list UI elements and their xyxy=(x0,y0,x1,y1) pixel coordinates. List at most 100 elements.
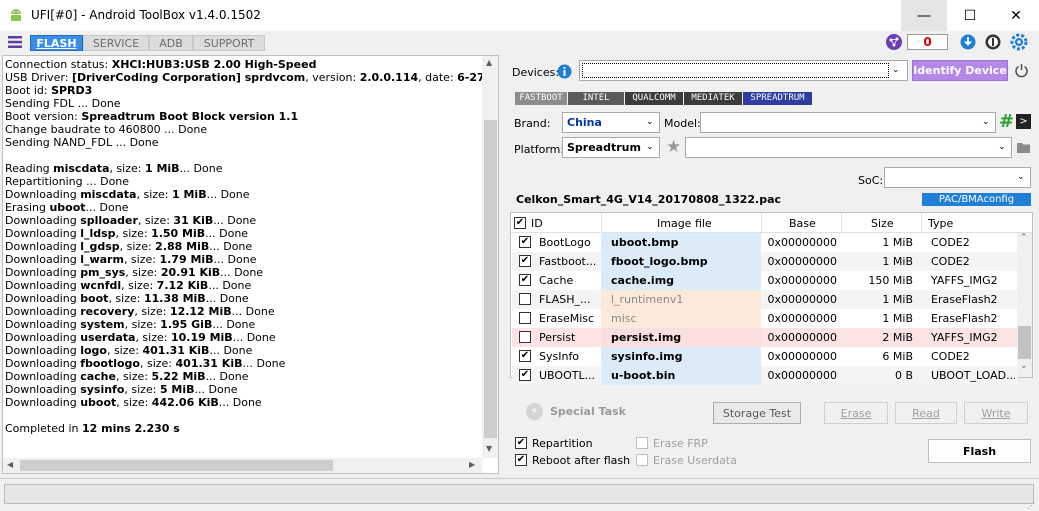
log-scroll-thumb[interactable] xyxy=(484,120,497,438)
chevron-down-icon[interactable]: ⌄ xyxy=(1017,172,1025,182)
chevron-down-icon[interactable]: ⌄ xyxy=(646,117,654,127)
menu-icon[interactable] xyxy=(8,35,22,49)
log-value: uboot xyxy=(49,201,86,214)
gear-icon[interactable] xyxy=(1010,33,1028,51)
log-horizontal-scrollbar[interactable]: ◀ ▶ xyxy=(3,458,482,473)
row-checkbox[interactable]: ✔ xyxy=(519,255,531,267)
tab-fastboot[interactable]: FASTBOOT xyxy=(515,92,567,105)
reboot-after-flash-checkbox[interactable]: ✔ xyxy=(515,454,527,466)
variant-select[interactable]: ⌄ xyxy=(685,137,1012,158)
write-button[interactable]: Write xyxy=(964,402,1028,424)
erase-userdata-checkbox[interactable] xyxy=(636,454,648,466)
log-line: Downloading pm_sys, size: 20.91 KiB... D… xyxy=(5,266,263,279)
scroll-up-icon[interactable]: ▲ xyxy=(486,58,492,67)
erase-button[interactable]: Erase xyxy=(824,402,888,424)
table-row[interactable]: ✔ UBOOTL... u-boot.bin 0x00000000 0 B UBOOT_L… xyxy=(512,366,1018,385)
tab-intel[interactable]: INTEL xyxy=(568,92,624,105)
info-circle-icon[interactable] xyxy=(557,64,572,79)
tab-mediatek[interactable]: MEDIATEK xyxy=(684,92,742,105)
table-row[interactable]: FLASH_... l_runtimenv1 0x00000000 1 MiB Eras… xyxy=(512,290,1018,309)
table-row[interactable]: ✔ Fastboot... fboot_logo.bmp 0x00000000 1 Mi… xyxy=(512,252,1018,271)
header-id[interactable]: ID xyxy=(531,217,543,230)
tab-support[interactable]: SUPPORT xyxy=(193,35,265,51)
power-icon[interactable] xyxy=(1014,63,1029,78)
network-icon[interactable] xyxy=(885,33,903,51)
soc-label: SoC: xyxy=(858,174,884,187)
tab-adb[interactable]: ADB xyxy=(149,35,193,51)
log-value: 5 MiB xyxy=(159,383,195,396)
row-checkbox[interactable]: ✔ xyxy=(519,236,531,248)
cell-base: 0x00000000 xyxy=(767,369,838,382)
scroll-up-icon[interactable]: ⌃ xyxy=(1020,233,1028,243)
row-checkbox[interactable] xyxy=(519,312,531,324)
header-base[interactable]: Base xyxy=(789,217,816,230)
repartition-label[interactable]: Repartition xyxy=(532,437,593,450)
log-hscroll-thumb[interactable] xyxy=(20,460,333,471)
table-vertical-scrollbar[interactable]: ⌃ ⌄ xyxy=(1017,233,1032,377)
folder-icon[interactable] xyxy=(1017,142,1030,153)
log-text: ... Done xyxy=(231,305,275,318)
devices-select[interactable]: ⌄ xyxy=(579,60,908,81)
read-button[interactable]: Read xyxy=(895,402,957,424)
resize-grip-icon[interactable]: ⋰ xyxy=(1027,501,1035,510)
tab-spreadtrum[interactable]: SPREADTRUM xyxy=(743,92,812,105)
log-vertical-scrollbar[interactable]: ▲ ▼ xyxy=(482,56,498,458)
model-label: Model: xyxy=(664,117,701,130)
table-row[interactable]: EraseMisc misc 0x00000000 1 MiB EraseFlash2 xyxy=(512,309,1018,328)
tab-qualcomm[interactable]: QUALCOMM xyxy=(625,92,683,105)
log-value: splloader xyxy=(80,214,138,227)
cell-type: EraseFlash2 xyxy=(931,293,998,306)
chevron-down-icon[interactable]: ⌄ xyxy=(646,142,654,152)
pac-config-button[interactable]: PAC/BMAconfig xyxy=(922,193,1031,206)
erase-frp-checkbox[interactable] xyxy=(636,437,648,449)
close-button[interactable]: ✕ xyxy=(993,0,1039,31)
chevron-down-icon[interactable]: ⌄ xyxy=(892,65,900,75)
tab-service[interactable]: SERVICE xyxy=(83,35,149,51)
erase-frp-label[interactable]: Erase FRP xyxy=(653,437,708,450)
chevron-down-icon[interactable]: ⌄ xyxy=(998,142,1006,152)
special-task-button[interactable]: ⚡ Special Task xyxy=(526,403,626,421)
repartition-checkbox[interactable]: ✔ xyxy=(515,437,527,449)
brand-select[interactable]: China ⌄ xyxy=(562,112,660,133)
platform-select[interactable]: Spreadtrum ⌄ xyxy=(562,137,660,158)
row-checkbox[interactable]: ✔ xyxy=(519,369,531,381)
log-line: Downloading l_warm, size: 1.79 MiB... Do… xyxy=(5,253,256,266)
row-checkbox[interactable]: ✔ xyxy=(519,274,531,286)
select-all-checkbox[interactable]: ✔ xyxy=(514,217,526,229)
erase-userdata-label[interactable]: Erase Userdata xyxy=(653,454,737,467)
scroll-down-icon[interactable]: ▼ xyxy=(486,444,492,453)
identify-device-button[interactable]: Identify Device xyxy=(912,60,1008,81)
maximize-button[interactable]: ☐ xyxy=(947,0,993,31)
minimize-button[interactable]: — xyxy=(901,0,947,31)
reboot-after-flash-label[interactable]: Reboot after flash xyxy=(532,454,630,467)
header-image-file[interactable]: Image file xyxy=(657,217,712,230)
table-row[interactable]: ✔ BootLogo uboot.bmp 0x00000000 1 MiB CODE2 xyxy=(512,233,1018,252)
cell-id: Cache xyxy=(539,274,574,287)
tab-flash[interactable]: FLASH xyxy=(30,35,83,51)
table-row[interactable]: ✔ SysInfo sysinfo.img 0x00000000 6 MiB CODE2 xyxy=(512,347,1018,366)
scroll-left-icon[interactable]: ◀ xyxy=(7,460,13,469)
download-icon[interactable] xyxy=(960,34,976,50)
header-type[interactable]: Type xyxy=(928,217,953,230)
log-line: Downloading cache, size: 5.22 MiB... Don… xyxy=(5,370,249,383)
row-checkbox[interactable]: ✔ xyxy=(519,350,531,362)
info-icon[interactable] xyxy=(985,34,1001,50)
terminal-icon[interactable]: > xyxy=(1016,114,1031,129)
model-select[interactable]: ⌄ xyxy=(700,112,996,133)
chevron-down-icon[interactable]: ⌄ xyxy=(982,117,990,127)
flash-button[interactable]: Flash xyxy=(928,439,1031,463)
header-size[interactable]: Size xyxy=(871,217,894,230)
cell-id: UBOOTL... xyxy=(539,369,596,382)
table-scroll-thumb[interactable] xyxy=(1018,326,1031,359)
table-row[interactable]: ✔ Cache cache.img 0x00000000 150 MiB YAFFS_IM… xyxy=(512,271,1018,290)
cell-id: SysInfo xyxy=(539,350,580,363)
soc-select[interactable]: ⌄ xyxy=(884,167,1031,188)
row-checkbox[interactable] xyxy=(519,331,531,343)
hash-icon[interactable]: # xyxy=(999,111,1014,132)
row-checkbox[interactable] xyxy=(519,293,531,305)
table-row[interactable]: Persist persist.img 0x00000000 2 MiB YAFFS_I… xyxy=(512,328,1018,347)
star-icon[interactable]: ★ xyxy=(666,137,681,157)
scroll-down-icon[interactable]: ⌄ xyxy=(1020,361,1028,371)
scroll-right-icon[interactable]: ▶ xyxy=(469,460,475,469)
storage-test-button[interactable]: Storage Test xyxy=(713,402,801,424)
